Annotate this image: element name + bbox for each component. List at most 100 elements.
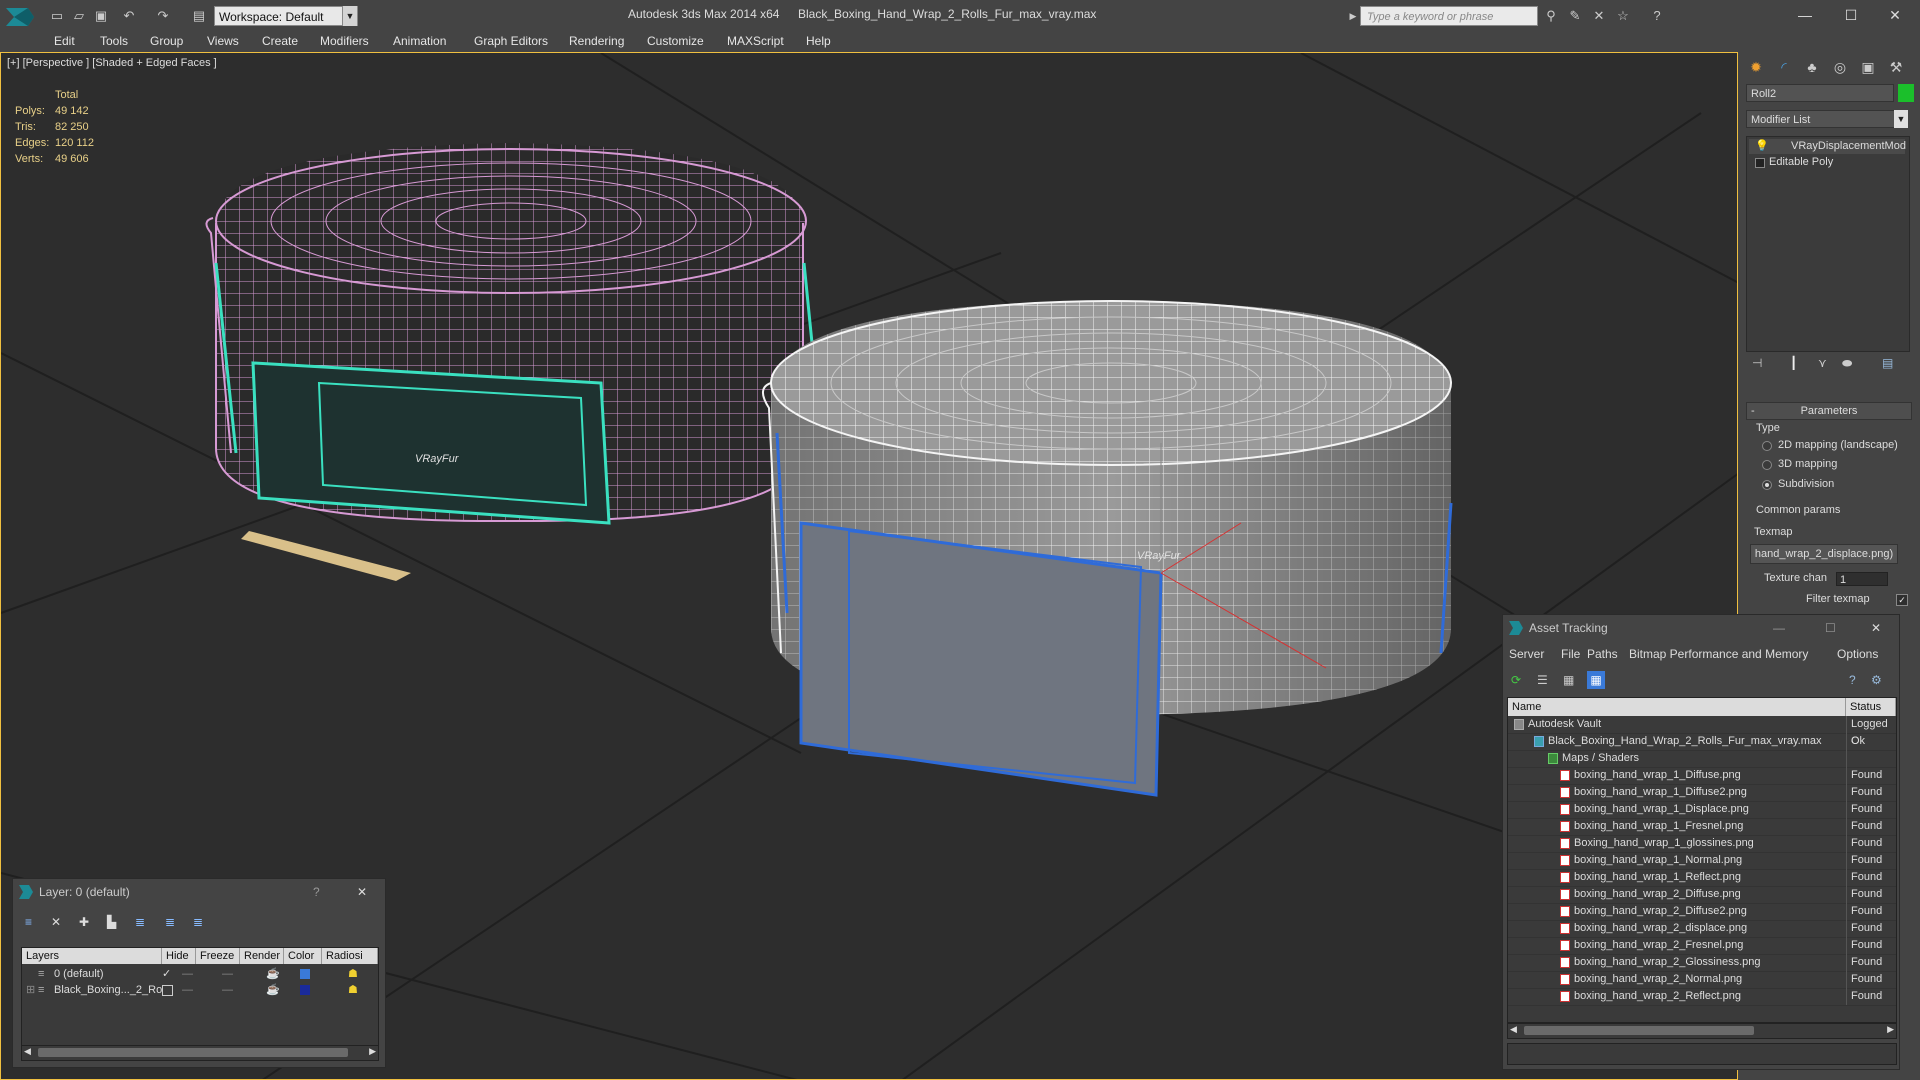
asset-row[interactable]: boxing_hand_wrap_2_Fresnel.png Found: [1508, 937, 1896, 955]
pin-stack-icon[interactable]: ⊣: [1752, 356, 1762, 370]
undo-icon[interactable]: ↶: [120, 7, 138, 25]
asset-row[interactable]: boxing_hand_wrap_2_displace.png Found: [1508, 920, 1896, 938]
modifier-stack-item[interactable]: 💡 VRayDisplacementMod: [1749, 139, 1906, 154]
favorites-icon[interactable]: ☆: [1614, 7, 1632, 25]
app-logo-icon[interactable]: [4, 4, 38, 30]
hierarchy-tab-icon[interactable]: ♣: [1800, 56, 1824, 78]
filter-texmap-checkbox[interactable]: ✓: [1896, 594, 1908, 606]
asset-row[interactable]: boxing_hand_wrap_1_Fresnel.png Found: [1508, 818, 1896, 836]
asset-row[interactable]: Black_Boxing_Hand_Wrap_2_Rolls_Fur_max_v…: [1508, 733, 1896, 751]
layer-row[interactable]: ⊞ ≡ Black_Boxing..._2_Ro — — ☕ ☗: [22, 982, 378, 998]
menu-create[interactable]: Create: [262, 34, 298, 48]
configure-sets-icon[interactable]: ▤: [1882, 356, 1893, 370]
modifier-stack-item[interactable]: Editable Poly: [1749, 155, 1905, 170]
object-color-swatch[interactable]: [1898, 84, 1914, 102]
close-icon[interactable]: ✕: [1871, 615, 1881, 641]
select-layer-icon[interactable]: ≣: [135, 915, 145, 929]
set-current-layer-icon[interactable]: ≣: [165, 915, 175, 929]
menu-help[interactable]: Help: [806, 34, 831, 48]
create-layer-icon[interactable]: ≡: [25, 915, 32, 929]
asset-row[interactable]: boxing_hand_wrap_1_Displace.png Found: [1508, 801, 1896, 819]
chevron-down-icon[interactable]: ▼: [1894, 110, 1908, 128]
select-objects-icon[interactable]: ▙: [107, 915, 116, 929]
layer-color-swatch[interactable]: [300, 969, 310, 979]
help-icon[interactable]: ?: [313, 879, 320, 905]
search-input[interactable]: Type a keyword or phrase: [1360, 6, 1538, 26]
maximize-icon[interactable]: ☐: [1836, 4, 1866, 26]
help-icon[interactable]: ?: [1849, 673, 1856, 687]
column-header-name[interactable]: Name: [1508, 698, 1846, 716]
column-header-freeze[interactable]: Freeze: [196, 948, 240, 964]
asset-row[interactable]: Maps / Shaders: [1508, 750, 1896, 768]
utilities-tab-icon[interactable]: ⚒: [1884, 56, 1908, 78]
column-header-render[interactable]: Render: [240, 948, 284, 964]
asset-row[interactable]: boxing_hand_wrap_1_Diffuse2.png Found: [1508, 784, 1896, 802]
modifier-list-dropdown[interactable]: Modifier List: [1746, 110, 1908, 128]
asset-row[interactable]: boxing_hand_wrap_2_Reflect.png Found: [1508, 988, 1896, 1006]
asset-row[interactable]: Autodesk Vault Logged C: [1508, 716, 1896, 747]
parameters-rollout[interactable]: - Parameters: [1746, 402, 1912, 420]
scroll-thumb[interactable]: [38, 1048, 348, 1057]
column-header-status[interactable]: Status: [1846, 698, 1896, 716]
menu-maxscript[interactable]: MAXScript: [727, 34, 784, 48]
freeze-toggle[interactable]: —: [222, 966, 233, 982]
asset-row[interactable]: Boxing_hand_wrap_1_glossines.png Found: [1508, 835, 1896, 853]
display-tab-icon[interactable]: ▣: [1856, 56, 1880, 78]
layer-color-swatch[interactable]: [300, 985, 310, 995]
create-tab-icon[interactable]: ✹: [1744, 56, 1768, 78]
column-header-radiosity[interactable]: Radiosi: [322, 948, 378, 964]
asset-row[interactable]: boxing_hand_wrap_1_Reflect.png Found: [1508, 869, 1896, 887]
tree-view-icon[interactable]: ▦: [1563, 673, 1574, 687]
list-view-icon[interactable]: ☰: [1537, 673, 1548, 687]
hide-toggle[interactable]: —: [182, 982, 193, 998]
refresh-icon[interactable]: ⟳: [1511, 673, 1521, 687]
binoculars-icon[interactable]: ⚲: [1542, 7, 1560, 25]
viewport-label[interactable]: [+] [Perspective ] [Shaded + Edged Faces…: [7, 57, 217, 69]
subscription-icon[interactable]: ✎: [1566, 7, 1584, 25]
radio-2d-mapping[interactable]: [1762, 441, 1772, 451]
make-unique-icon[interactable]: ⋎: [1818, 356, 1827, 370]
render-teapot-icon[interactable]: ☕: [266, 966, 280, 982]
menu-customize[interactable]: Customize: [647, 34, 704, 48]
communication-icon[interactable]: ✕: [1590, 7, 1608, 25]
expand-icon[interactable]: ⊞: [26, 982, 35, 998]
asset-row[interactable]: boxing_hand_wrap_2_Normal.png Found: [1508, 971, 1896, 989]
help-icon[interactable]: ?: [1648, 7, 1666, 25]
layer-row[interactable]: ≡ 0 (default) ✓ — — ☕ ☗: [22, 966, 378, 982]
scroll-right-icon[interactable]: ▶: [1887, 1024, 1894, 1035]
table-view-icon[interactable]: ▦: [1587, 671, 1605, 689]
menu-group[interactable]: Group: [150, 34, 183, 48]
menu-bitmap-performance[interactable]: Bitmap Performance and Memory: [1629, 647, 1808, 661]
active-checkbox[interactable]: [162, 985, 173, 996]
horizontal-scrollbar[interactable]: ◀ ▶: [21, 1045, 379, 1061]
delete-layer-icon[interactable]: ✕: [51, 915, 61, 929]
active-check-icon[interactable]: ✓: [162, 966, 171, 982]
scroll-left-icon[interactable]: ◀: [24, 1046, 31, 1057]
hide-toggle[interactable]: —: [182, 966, 193, 982]
menu-options[interactable]: Options: [1837, 647, 1878, 661]
menu-rendering[interactable]: Rendering: [569, 34, 624, 48]
object-name-field[interactable]: Roll2: [1746, 84, 1894, 102]
settings-icon[interactable]: ⚙: [1871, 673, 1882, 687]
hide-all-icon[interactable]: ≣: [193, 915, 203, 929]
workspace-dropdown[interactable]: Workspace: Default: [214, 6, 358, 26]
asset-row[interactable]: boxing_hand_wrap_1_Normal.png Found: [1508, 852, 1896, 870]
open-file-icon[interactable]: ▱: [70, 7, 88, 25]
menu-animation[interactable]: Animation: [393, 34, 446, 48]
remove-modifier-icon[interactable]: ⬬: [1842, 356, 1852, 371]
expand-box-icon[interactable]: [1755, 158, 1765, 168]
close-icon[interactable]: ✕: [357, 879, 367, 905]
radiosity-icon[interactable]: ☗: [348, 982, 358, 998]
scroll-right-icon[interactable]: ▶: [369, 1046, 376, 1057]
maximize-icon[interactable]: ☐: [1825, 615, 1836, 641]
project-folder-icon[interactable]: ▤: [190, 7, 208, 25]
column-header-hide[interactable]: Hide: [162, 948, 196, 964]
add-to-layer-icon[interactable]: ✚: [79, 915, 89, 929]
render-teapot-icon[interactable]: ☕: [266, 982, 280, 998]
radio-3d-mapping[interactable]: [1762, 460, 1772, 470]
window-titlebar[interactable]: Asset Tracking — ☐ ✕: [1503, 615, 1899, 641]
menu-tools[interactable]: Tools: [100, 34, 128, 48]
modify-tab-icon[interactable]: ◜: [1772, 56, 1796, 78]
texmap-button[interactable]: hand_wrap_2_displace.png): [1750, 544, 1898, 564]
show-end-result-icon[interactable]: ┃: [1790, 356, 1797, 370]
